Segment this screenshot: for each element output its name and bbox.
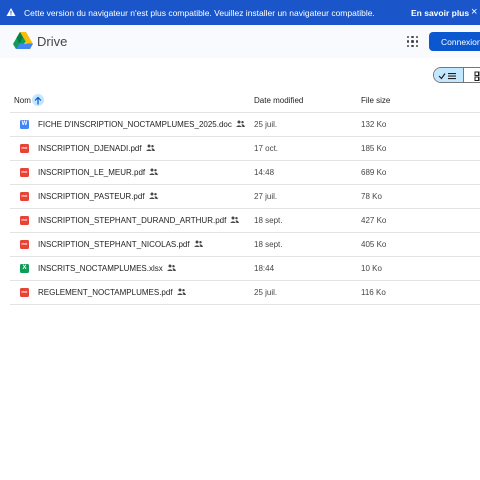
browser-unsupported-banner: Cette version du navigateur n'est plus c… [0, 0, 480, 25]
file-name: INSCRIPTION_LE_MEUR.pdf [38, 168, 146, 177]
column-header-name[interactable]: Nom [14, 96, 31, 105]
file-name: INSCRIPTION_DJENADI.pdf [38, 144, 142, 153]
file-row[interactable]: X INSCRITS_NOCTAMPLUMES.xlsx 18:44 10 Ko [10, 257, 480, 281]
file-modified-date: 18 sept. [254, 216, 283, 225]
file-modified-date: 27 juil. [254, 192, 278, 201]
close-icon[interactable]: × [471, 6, 477, 18]
word-file-icon: W [20, 120, 29, 129]
learn-more-link[interactable]: En savoir plus [411, 8, 469, 18]
file-size: 427 Ko [361, 216, 387, 225]
pdf-file-icon: PDF [20, 144, 29, 153]
shared-people-icon [230, 216, 239, 223]
pdf-file-icon: PDF [20, 216, 29, 225]
file-modified-date: 18:44 [254, 264, 275, 273]
file-name: INSCRIPTION_PASTEUR.pdf [38, 192, 145, 201]
sort-ascending-button[interactable] [32, 94, 44, 106]
file-modified-date: 17 oct. [254, 144, 279, 153]
shared-people-icon [146, 144, 155, 151]
file-row[interactable]: PDF REGLEMENT_NOCTAMPLUMES.pdf 25 juil. 116… [10, 281, 480, 305]
file-name: REGLEMENT_NOCTAMPLUMES.pdf [38, 288, 173, 297]
file-name: INSCRITS_NOCTAMPLUMES.xlsx [38, 264, 163, 273]
banner-message: Cette version du navigateur n'est plus c… [24, 8, 375, 18]
shared-people-icon [177, 288, 186, 295]
file-size: 10 Ko [361, 264, 382, 273]
file-row[interactable]: PDF INSCRIPTION_STEPHANT_DURAND_ARTHUR.pd… [10, 209, 480, 233]
grid-view-button[interactable] [463, 68, 480, 82]
file-name: INSCRIPTION_STEPHANT_NICOLAS.pdf [38, 240, 190, 249]
file-size: 132 Ko [361, 120, 387, 129]
pdf-file-icon: PDF [20, 288, 29, 297]
file-modified-date: 18 sept. [254, 240, 283, 249]
excel-file-icon: X [20, 264, 29, 273]
file-size: 405 Ko [361, 240, 387, 249]
app-header: Drive Connexion [0, 25, 480, 58]
pdf-file-icon: PDF [20, 168, 29, 177]
file-size: 185 Ko [361, 144, 387, 153]
arrow-up-icon [34, 96, 42, 105]
list-view-button[interactable] [434, 68, 463, 82]
file-name: FICHE D'INSCRIPTION_NOCTAMPLUMES_2025.do… [38, 120, 232, 129]
check-list-icon [438, 73, 456, 80]
file-row[interactable]: PDF INSCRIPTION_STEPHANT_NICOLAS.pdf 18 se… [10, 233, 480, 257]
apps-grid-icon[interactable] [407, 36, 418, 47]
file-row[interactable]: W FICHE D'INSCRIPTION_NOCTAMPLUMES_2025.d… [10, 113, 480, 137]
shared-people-icon [167, 264, 176, 271]
file-modified-date: 14:48 [254, 168, 275, 177]
file-size: 116 Ko [361, 288, 386, 297]
file-row[interactable]: PDF INSCRIPTION_LE_MEUR.pdf 14:48 689 Ko [10, 161, 480, 185]
file-row[interactable]: PDF INSCRIPTION_DJENADI.pdf 17 oct. 185 Ko [10, 137, 480, 161]
drive-logo-icon [13, 32, 33, 49]
grid-view-icon [474, 71, 480, 81]
shared-people-icon [194, 240, 203, 247]
shared-people-icon [236, 120, 245, 127]
file-modified-date: 25 juil. [254, 120, 278, 129]
pdf-file-icon: PDF [20, 240, 29, 249]
file-size: 78 Ko [361, 192, 382, 201]
shared-people-icon [149, 168, 158, 175]
file-modified-date: 25 juil. [254, 288, 278, 297]
file-row[interactable]: PDF INSCRIPTION_PASTEUR.pdf 27 juil. 78 Ko [10, 185, 480, 209]
pdf-file-icon: PDF [20, 192, 29, 201]
signin-button[interactable]: Connexion [429, 32, 480, 51]
file-size: 689 Ko [361, 168, 387, 177]
shared-people-icon [149, 192, 158, 199]
file-name: INSCRIPTION_STEPHANT_DURAND_ARTHUR.pdf [38, 216, 227, 225]
app-brand: Drive [37, 34, 68, 49]
warning-icon [6, 8, 16, 16]
column-header-date[interactable]: Date modified [254, 96, 303, 105]
view-toggle [433, 67, 480, 83]
column-header-size[interactable]: File size [361, 96, 390, 105]
